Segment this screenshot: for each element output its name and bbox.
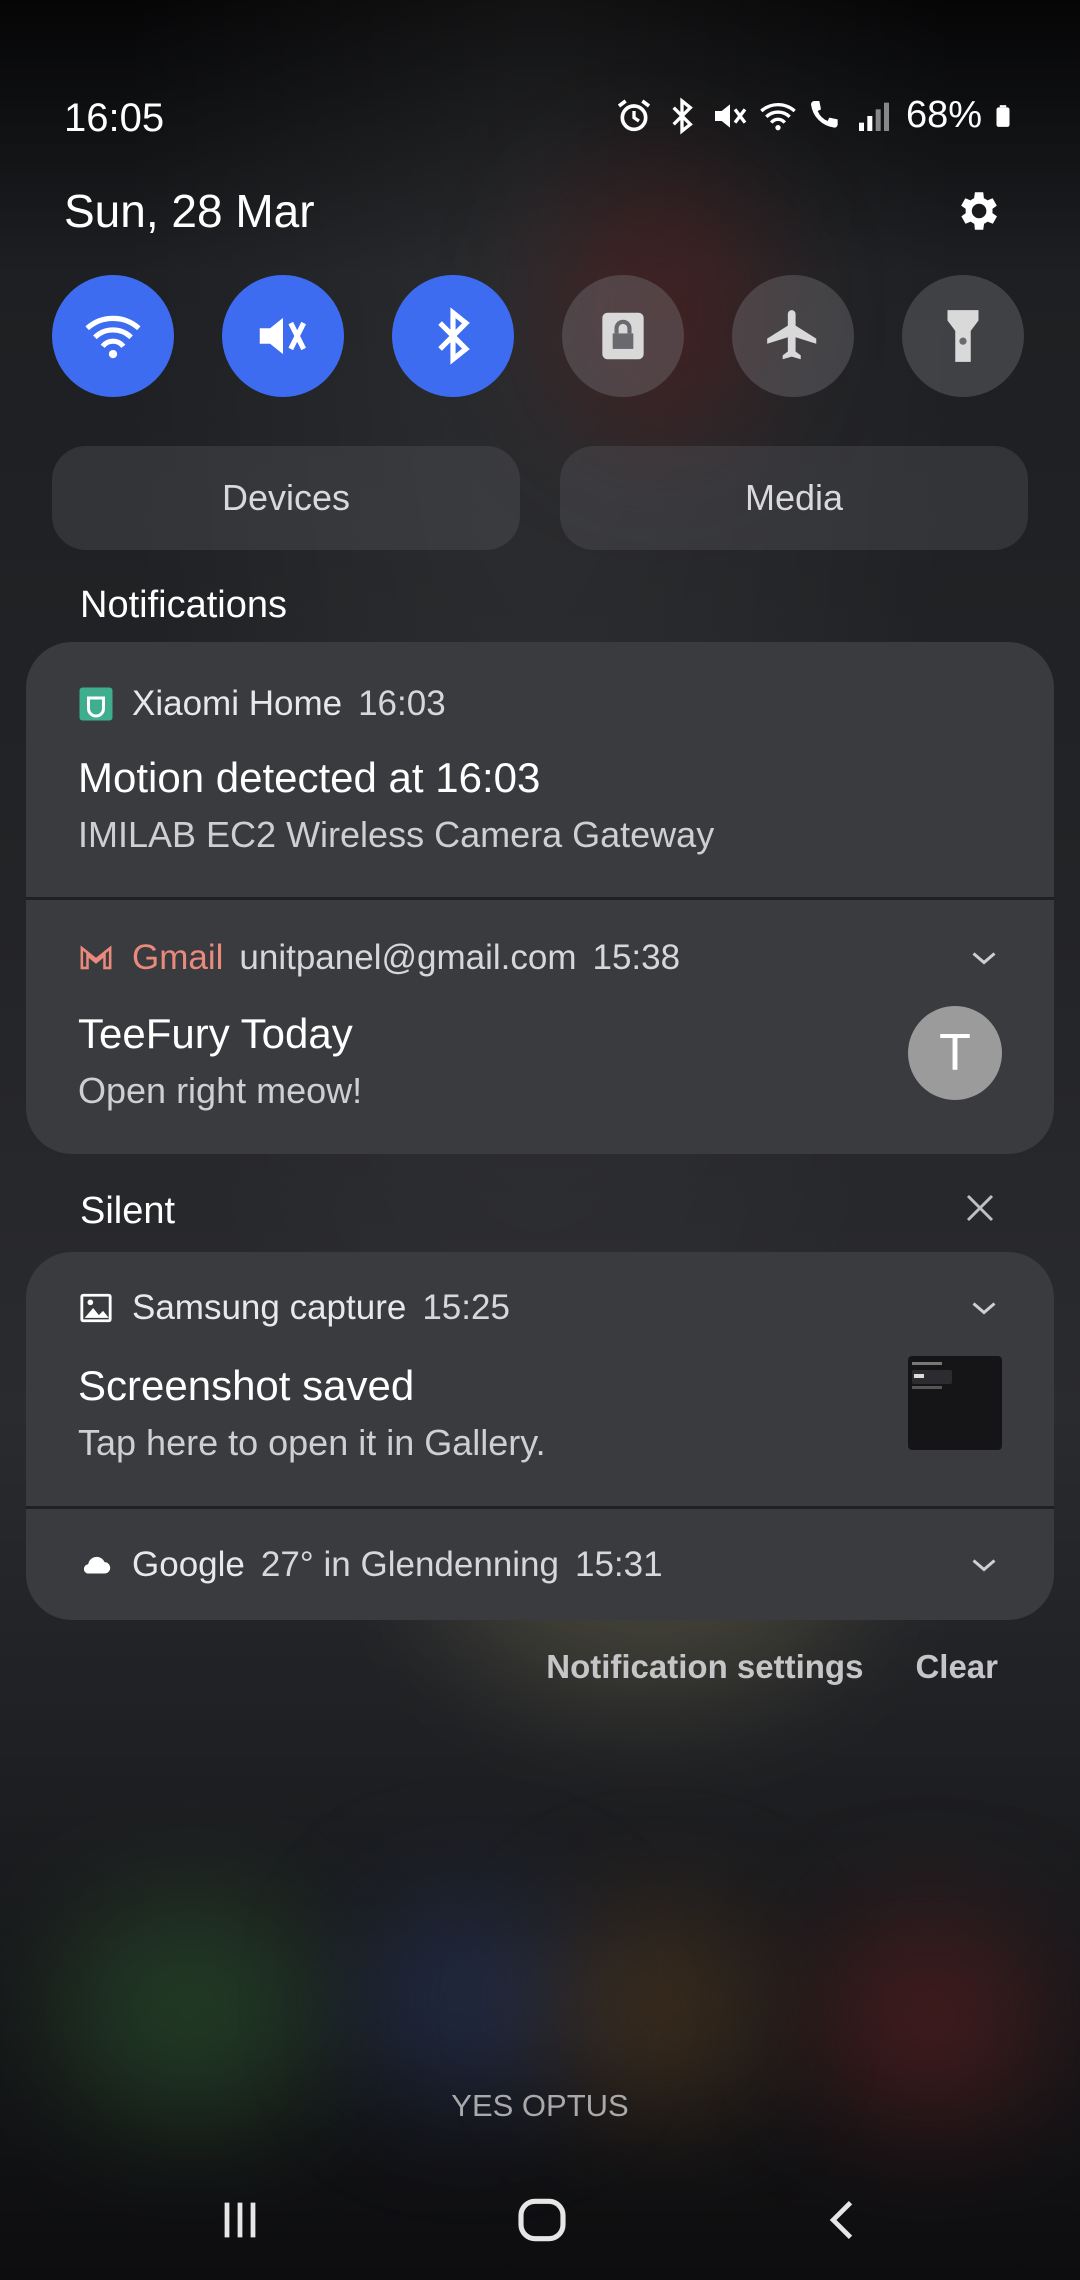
wifi-icon — [85, 315, 141, 359]
notification-google[interactable]: Google 27° in Glendenning 15:31 — [26, 1506, 1054, 1620]
flashlight-toggle[interactable] — [902, 275, 1024, 397]
notification-xiaomi[interactable]: Xiaomi Home 16:03 Motion detected at 16:… — [26, 642, 1054, 897]
notification-title: TeeFury Today — [78, 1010, 353, 1057]
recents-icon — [224, 2202, 256, 2238]
home-icon — [518, 2198, 566, 2242]
bluetooth-toggle[interactable] — [392, 275, 514, 397]
bluetooth-icon — [672, 97, 693, 134]
notification-text: IMILAB EC2 Wireless Camera Gateway — [78, 814, 715, 855]
notifications-card: Xiaomi Home 16:03 Motion detected at 16:… — [26, 642, 1054, 1154]
status-bar: 16:05 68% Sun, 28 Mar — [0, 0, 1080, 237]
home-button[interactable] — [502, 2180, 582, 2260]
sound-mute-toggle[interactable] — [222, 275, 344, 397]
xiaomi-home-icon — [78, 686, 114, 722]
mute-icon — [259, 317, 306, 355]
notification-samsung-capture[interactable]: Samsung capture 15:25 Screenshot saved T… — [26, 1252, 1054, 1506]
lock-icon — [602, 312, 644, 360]
clear-button[interactable]: Clear — [915, 1648, 998, 1686]
screenshot-thumbnail — [908, 1356, 1002, 1450]
chevron-down-icon[interactable] — [966, 1290, 1002, 1326]
navigation-bar — [0, 2180, 1080, 2260]
notification-footer: Notification settings Clear — [546, 1648, 998, 1686]
app-name: Samsung capture — [132, 1288, 407, 1327]
silent-notifications-card: Samsung capture 15:25 Screenshot saved T… — [26, 1252, 1054, 1620]
devices-button[interactable]: Devices — [52, 446, 520, 550]
app-name: Gmail — [132, 938, 224, 977]
chevron-down-icon[interactable] — [966, 1547, 1002, 1583]
close-icon[interactable] — [962, 1190, 998, 1226]
battery-percent: 68% — [905, 94, 982, 136]
date-label: Sun, 28 Mar — [64, 185, 315, 237]
mute-icon — [714, 103, 747, 128]
status-time: 16:05 — [64, 96, 165, 140]
avatar: T — [908, 1006, 1002, 1100]
wifi-toggle[interactable] — [52, 275, 174, 397]
notification-text: Tap here to open it in Gallery. — [78, 1422, 546, 1463]
silent-header: Silent — [80, 1190, 176, 1232]
notification-title: Screenshot saved — [78, 1362, 415, 1409]
notification-title: Motion detected at 16:03 — [78, 754, 541, 801]
wifi-icon — [760, 102, 796, 130]
airplane-mode-toggle[interactable] — [732, 275, 854, 397]
notification-time: 15:25 — [422, 1288, 510, 1327]
battery-icon — [996, 104, 1010, 127]
weather-text: 27° in Glendenning — [260, 1545, 559, 1584]
notification-time: 16:03 — [358, 684, 446, 723]
gmail-icon — [78, 940, 114, 976]
wifi-call-icon — [810, 100, 838, 128]
media-button[interactable]: Media — [560, 446, 1028, 550]
alarm-icon — [617, 99, 651, 131]
notifications-header: Notifications — [80, 584, 287, 626]
notification-header: Google 27° in Glendenning 15:31 — [78, 1545, 663, 1585]
carrier-label: YES OPTUS — [451, 2088, 629, 2123]
account-email: unitpanel@gmail.com — [239, 938, 577, 977]
notification-time: 15:38 — [592, 938, 681, 977]
notification-header: Gmail unitpanel@gmail.com 15:38 — [78, 938, 680, 978]
signal-icon — [858, 102, 889, 131]
airplane-icon — [767, 310, 817, 360]
notification-gmail[interactable]: Gmail unitpanel@gmail.com 15:38 TeeFury … — [26, 897, 1054, 1154]
back-icon — [829, 2200, 853, 2240]
status-icons: 68% — [614, 94, 1016, 137]
app-name: Xiaomi Home — [132, 684, 343, 723]
app-name: Google — [132, 1545, 245, 1584]
notification-header: Xiaomi Home 16:03 — [78, 684, 446, 724]
bluetooth-icon — [438, 307, 470, 365]
image-icon — [78, 1290, 114, 1326]
cloud-icon — [78, 1547, 114, 1583]
screen-lock-toggle[interactable] — [562, 275, 684, 397]
chevron-down-icon[interactable] — [966, 940, 1002, 976]
notification-text: Open right meow! — [78, 1070, 363, 1111]
back-button[interactable] — [804, 2180, 884, 2260]
notification-time: 15:31 — [575, 1545, 663, 1584]
panel-buttons: Devices Media — [52, 446, 1028, 550]
notification-header: Samsung capture 15:25 — [78, 1288, 510, 1328]
flashlight-icon — [947, 310, 979, 362]
gear-icon[interactable] — [952, 186, 1002, 236]
notification-settings-button[interactable]: Notification settings — [546, 1648, 863, 1686]
recents-button[interactable] — [200, 2180, 280, 2260]
quick-toggles — [52, 275, 1024, 397]
